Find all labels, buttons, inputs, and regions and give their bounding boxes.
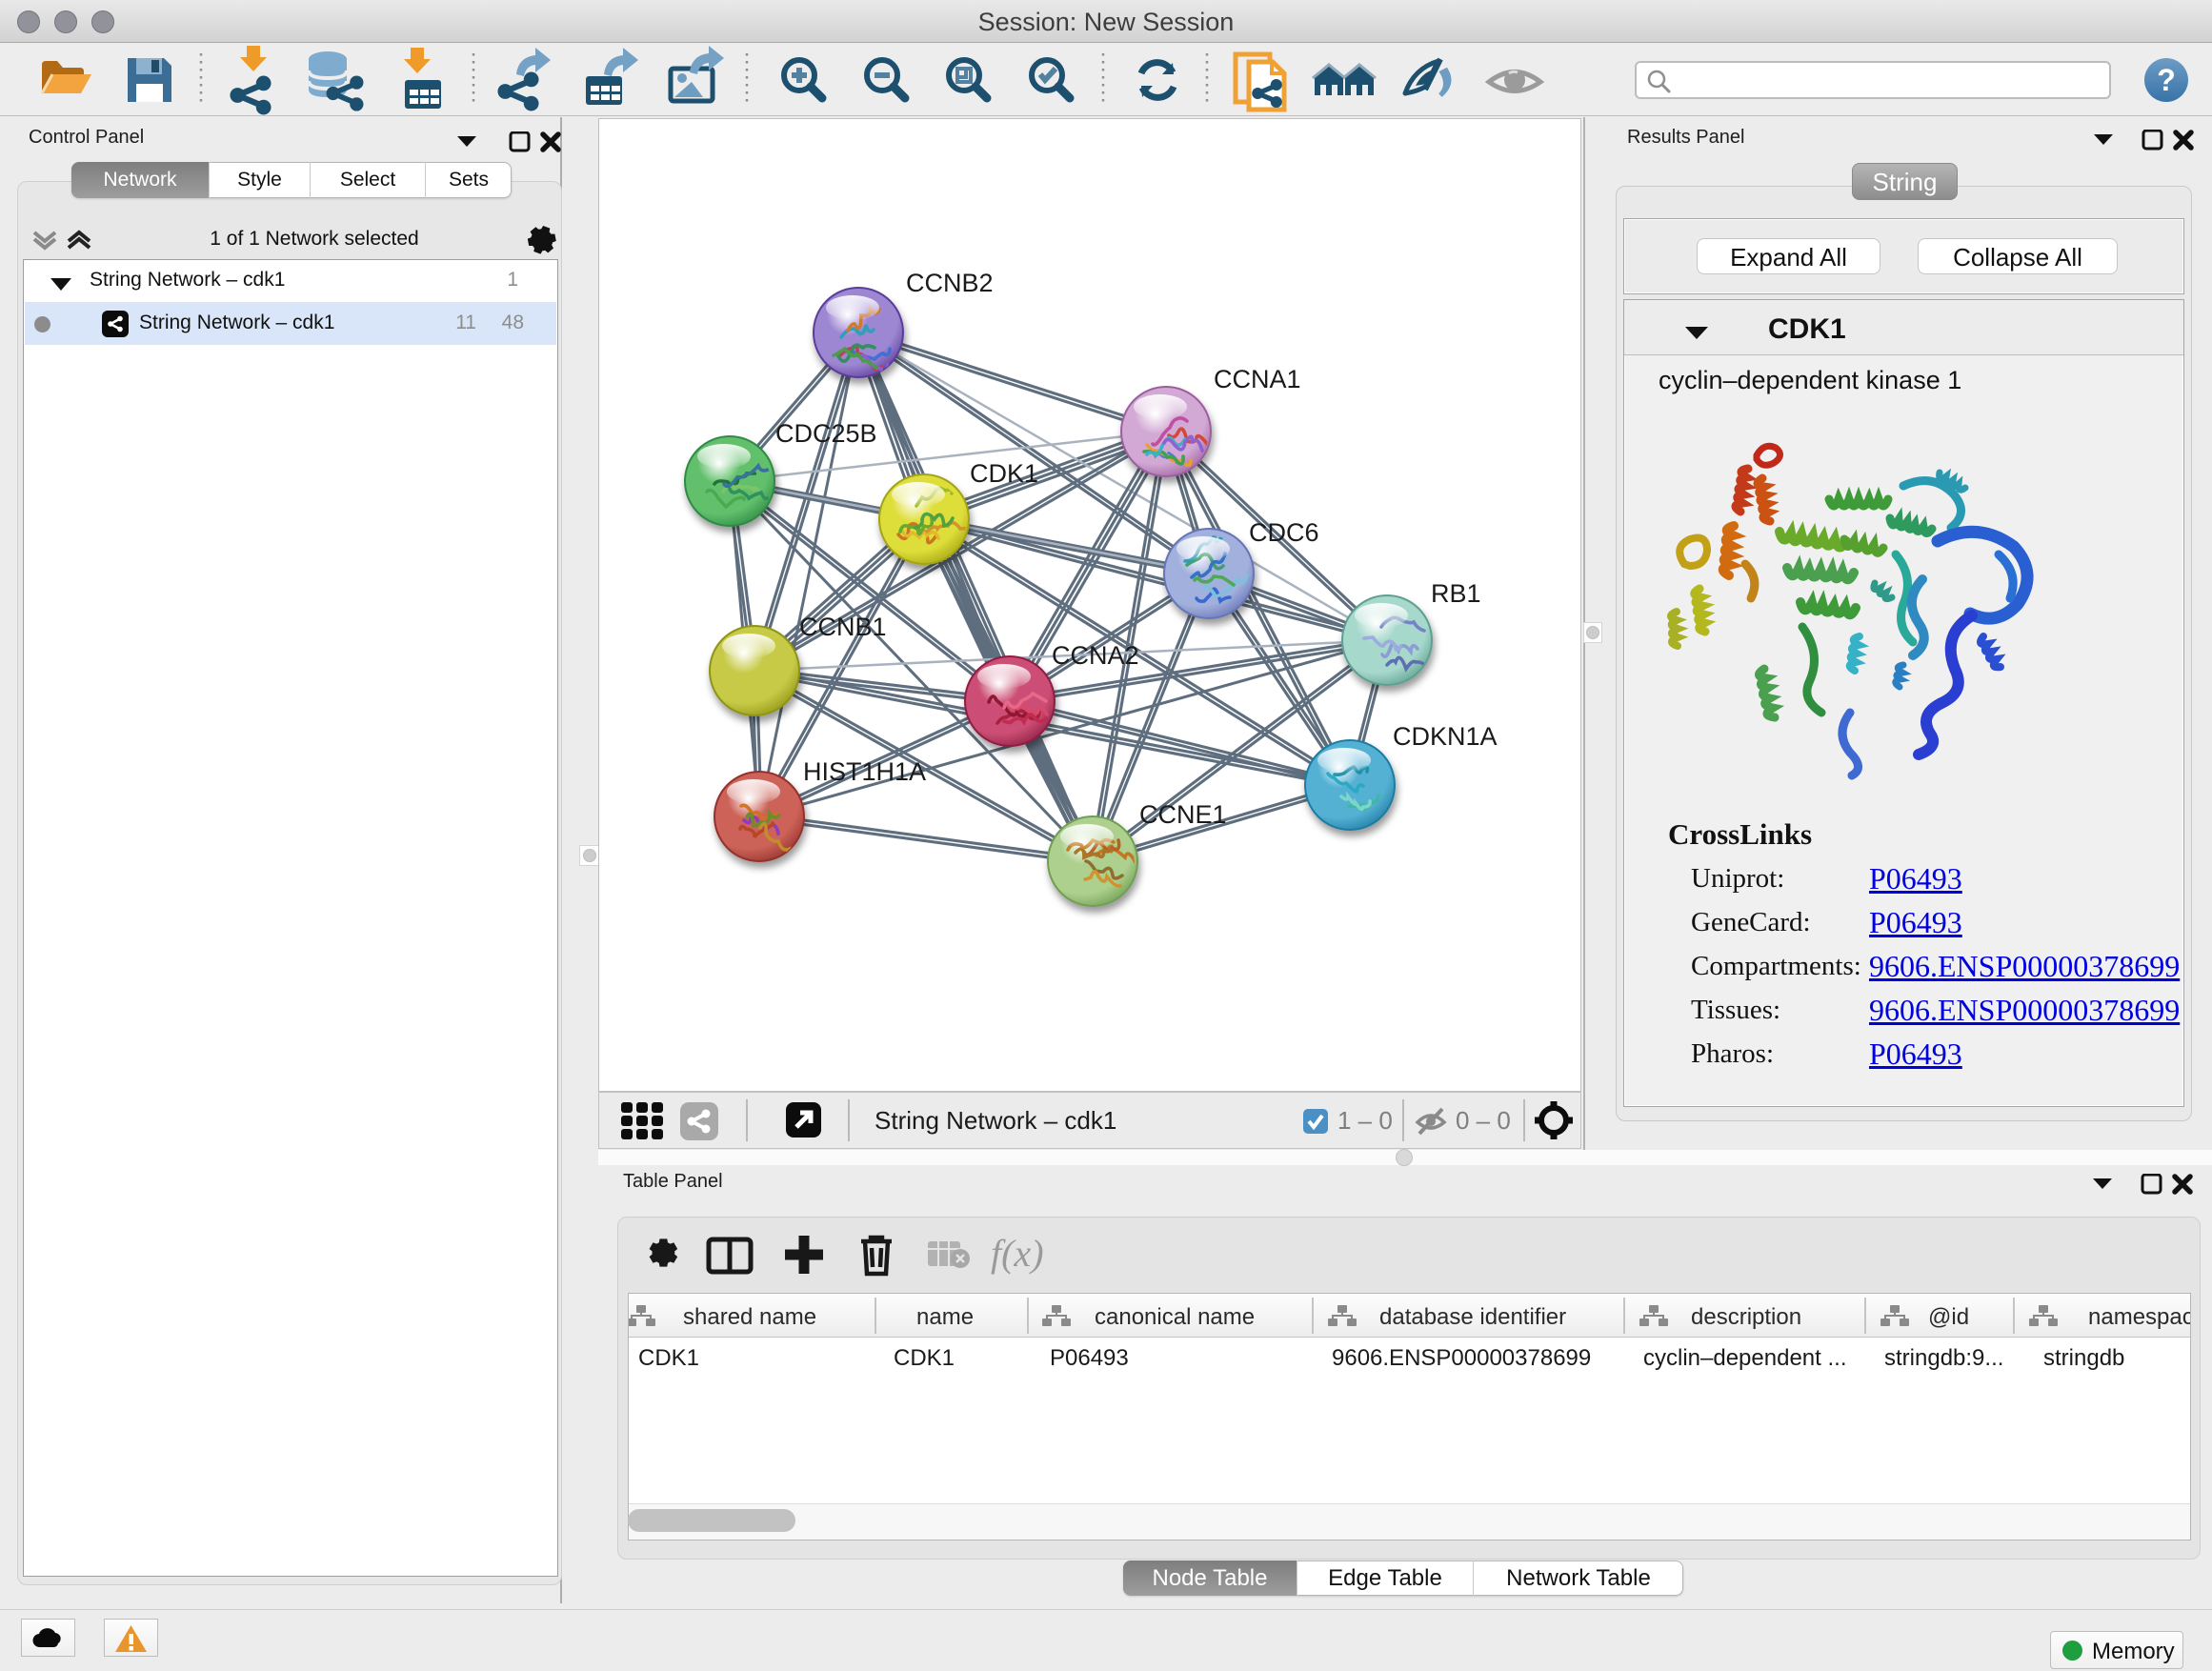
svg-text:CCNE1: CCNE1 [1139, 800, 1227, 829]
svg-text:RB1: RB1 [1431, 579, 1481, 608]
svg-text:CDC6: CDC6 [1249, 518, 1319, 547]
svg-text:shared name: shared name [683, 1304, 816, 1330]
svg-text:namespac: namespac [2088, 1304, 2190, 1330]
svg-text:name: name [916, 1304, 974, 1330]
svg-text:CDC25B: CDC25B [775, 419, 877, 448]
svg-text:HIST1H1A: HIST1H1A [803, 757, 926, 786]
svg-text:CCNB2: CCNB2 [906, 269, 994, 297]
svg-text:0 – 0: 0 – 0 [1456, 1106, 1511, 1135]
svg-text:database identifier: database identifier [1379, 1304, 1566, 1330]
svg-text:String Network – cdk1: String Network – cdk1 [875, 1106, 1116, 1135]
svg-text:@id: @id [1928, 1304, 1969, 1330]
svg-text:canonical name: canonical name [1095, 1304, 1255, 1330]
svg-text:f(x): f(x) [991, 1232, 1044, 1275]
svg-text:CCNA1: CCNA1 [1214, 365, 1301, 393]
svg-text:CCNA2: CCNA2 [1052, 641, 1139, 670]
svg-text:1 – 0: 1 – 0 [1337, 1106, 1393, 1135]
svg-text:CDK1: CDK1 [970, 459, 1038, 488]
svg-text:description: description [1691, 1304, 1801, 1330]
svg-text:CDKN1A: CDKN1A [1393, 722, 1498, 751]
svg-text:CCNB1: CCNB1 [799, 613, 887, 641]
